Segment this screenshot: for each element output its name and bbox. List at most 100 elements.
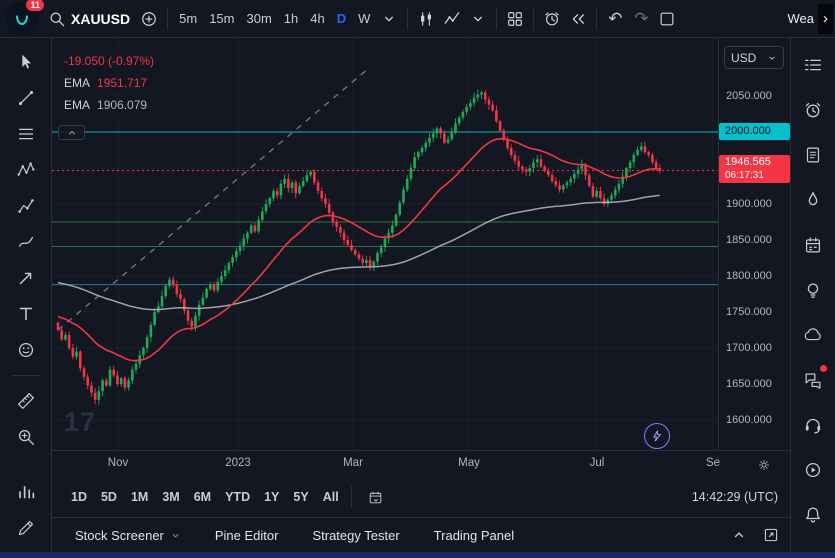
chevron-down-icon xyxy=(170,530,181,541)
chevron-down-icon xyxy=(767,53,777,63)
calendar-button[interactable] xyxy=(798,231,828,259)
indicator-value: 1951.717 xyxy=(97,76,147,90)
interval-dropdown-button[interactable] xyxy=(376,5,402,33)
watchlist-button[interactable] xyxy=(798,51,828,79)
tab-pine-editor[interactable]: Pine Editor xyxy=(198,518,296,552)
timeframe-D[interactable]: D xyxy=(331,6,352,32)
drawing-toolbar xyxy=(0,38,52,552)
range-6m[interactable]: 6M xyxy=(187,486,218,508)
price-tick: 1600.000 xyxy=(726,412,772,428)
range-3m[interactable]: 3M xyxy=(155,486,186,508)
range-5y[interactable]: 5Y xyxy=(286,486,315,508)
support-button[interactable] xyxy=(798,411,828,439)
price-tick: 1800.000 xyxy=(726,268,772,284)
redo-button[interactable]: ↷ xyxy=(628,5,654,33)
messages-button[interactable] xyxy=(798,366,828,394)
trend-line-tool-button[interactable] xyxy=(9,84,43,112)
hotlists-button[interactable] xyxy=(798,186,828,214)
notifications-icon xyxy=(802,504,824,526)
cursor-tool-button[interactable] xyxy=(9,48,43,76)
undo-button[interactable]: ↶ xyxy=(602,5,628,33)
notifications-button[interactable] xyxy=(798,501,828,529)
alerts-icon xyxy=(802,99,824,121)
timeframe-4h[interactable]: 4h xyxy=(304,6,330,32)
indicators-button[interactable] xyxy=(439,5,465,33)
indicator-row[interactable]: EMA 1906.079 xyxy=(58,96,153,114)
chart-pane[interactable]: -19.050 (-0.97%) EMA 1951.717 EMA 1906.0… xyxy=(52,38,718,450)
time-axis[interactable]: Nov2023MarMayJulSe xyxy=(52,450,790,477)
expand-panel-icon xyxy=(762,526,780,544)
text-tool-button[interactable] xyxy=(9,300,43,328)
goto-date-button[interactable] xyxy=(363,485,389,509)
measure-tool-button[interactable] xyxy=(9,387,43,415)
time-tick: 2023 xyxy=(225,457,251,469)
price-tick: 1700.000 xyxy=(726,340,772,356)
alerts-button[interactable] xyxy=(798,96,828,124)
message-alert-dot xyxy=(820,365,827,372)
object-tree-button[interactable] xyxy=(9,478,43,506)
range-1d[interactable]: 1D xyxy=(64,486,94,508)
edge-arrow[interactable]: › xyxy=(818,4,833,34)
chevron-up-icon xyxy=(730,526,748,544)
toolbar-divider xyxy=(351,486,352,508)
chart-settings-button[interactable] xyxy=(753,454,775,476)
indicators-dropdown-button[interactable] xyxy=(465,5,491,33)
brush-tool-button[interactable] xyxy=(9,228,43,256)
fullscreen-icon xyxy=(657,9,677,29)
alert-button[interactable] xyxy=(539,5,565,33)
range-5d[interactable]: 5D xyxy=(94,486,124,508)
range-group: 1D5D1M3M6MYTD1Y5YAll xyxy=(64,486,346,508)
trend-line-icon xyxy=(15,87,37,109)
quick-action-button[interactable] xyxy=(644,423,670,449)
top-toolbar: 11 XAUUSD 5m15m30m1h4hDW xyxy=(0,0,835,38)
ideas-button[interactable] xyxy=(798,276,828,304)
ruler-icon xyxy=(15,390,37,412)
fib-tool-button[interactable] xyxy=(9,120,43,148)
timeframe-30m[interactable]: 30m xyxy=(240,6,277,32)
range-1y[interactable]: 1Y xyxy=(257,486,286,508)
tab-strategy-tester[interactable]: Strategy Tester xyxy=(295,518,416,552)
emoji-tool-button[interactable] xyxy=(9,336,43,364)
time-tick: Nov xyxy=(108,457,128,469)
range-ytd[interactable]: YTD xyxy=(218,486,257,508)
range-1m[interactable]: 1M xyxy=(124,486,155,508)
replay-button[interactable] xyxy=(565,5,591,33)
price-tick: 1900.000 xyxy=(726,196,772,212)
symbol-name: XAUUSD xyxy=(71,11,130,27)
news-button[interactable] xyxy=(798,141,828,169)
panel-collapse-button[interactable] xyxy=(726,521,752,549)
chart-type-button[interactable] xyxy=(413,5,439,33)
currency-select[interactable]: USD xyxy=(724,46,784,69)
zoom-tool-button[interactable] xyxy=(9,423,43,451)
chats-button[interactable] xyxy=(798,321,828,349)
layout-grid-button[interactable] xyxy=(502,5,528,33)
fullscreen-button[interactable] xyxy=(654,5,680,33)
timeframe-W[interactable]: W xyxy=(352,6,376,32)
arrow-tool-button[interactable] xyxy=(9,264,43,292)
clock-utc[interactable]: 14:42:29 (UTC) xyxy=(692,490,778,504)
level-price-tag: 2000.000 xyxy=(719,123,790,140)
indicator-row[interactable]: EMA 1951.717 xyxy=(58,74,153,92)
price-axis[interactable]: USD 2050.0001900.0001850.0001800.0001750… xyxy=(718,38,790,450)
streams-button[interactable] xyxy=(798,456,828,484)
range-all[interactable]: All xyxy=(316,486,346,508)
indicator-label: EMA xyxy=(64,76,90,90)
tab-stock-screener[interactable]: Stock Screener xyxy=(58,518,198,552)
brush-icon xyxy=(15,231,37,253)
forecast-tool-button[interactable] xyxy=(9,192,43,220)
panel-expand-button[interactable] xyxy=(758,521,784,549)
calendar-icon xyxy=(802,234,824,256)
timeframe-5m[interactable]: 5m xyxy=(173,6,203,32)
compare-add-button[interactable] xyxy=(136,5,162,33)
edit-drawings-button[interactable] xyxy=(9,514,43,542)
timeframe-1h[interactable]: 1h xyxy=(278,6,304,32)
symbol-search-button[interactable]: XAUUSD xyxy=(45,5,136,33)
legend-collapse-button[interactable] xyxy=(58,125,85,140)
timeframe-15m[interactable]: 15m xyxy=(203,6,240,32)
tab-trading-panel[interactable]: Trading Panel xyxy=(417,518,531,552)
zoom-icon xyxy=(15,426,37,448)
pattern-tool-button[interactable] xyxy=(9,156,43,184)
hotlists-icon xyxy=(802,189,824,211)
broker-logo[interactable]: 11 xyxy=(5,2,39,36)
undo-icon: ↶ xyxy=(608,10,622,27)
